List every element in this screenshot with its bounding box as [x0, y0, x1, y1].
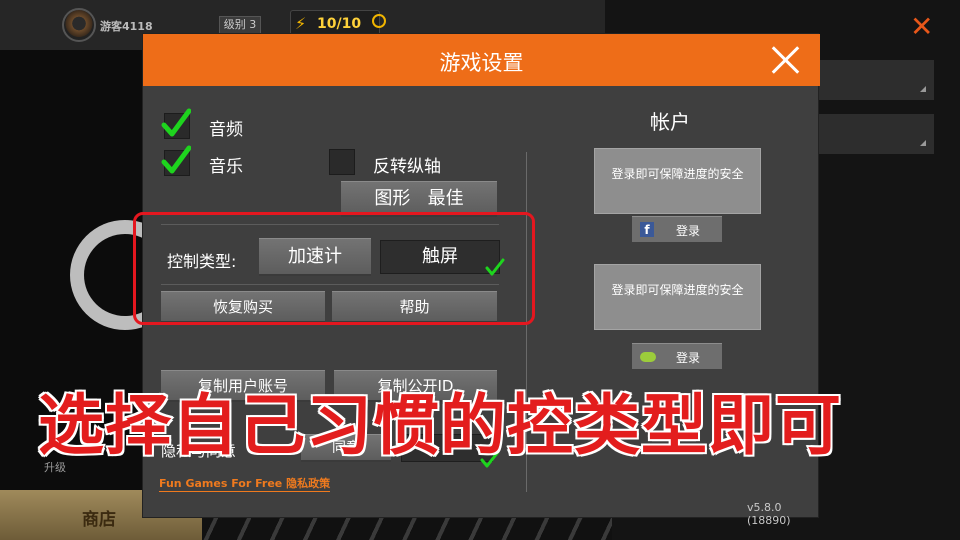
lightning-icon: ⚡ [295, 14, 307, 33]
dropdown-field[interactable] [818, 60, 934, 100]
version-label: v5.8.0 (18890) [747, 501, 791, 527]
account-prompt: 登录即可保障进度的安全 [594, 264, 761, 330]
game-controller-icon [640, 352, 656, 362]
caption-overlay: 选择自己习惯的控类型即可 [37, 386, 843, 466]
facebook-icon: f [640, 222, 654, 237]
dialog-title: 游戏设置 [439, 51, 524, 75]
dialog-header: 游戏设置 [143, 34, 820, 86]
highlight-box [133, 212, 535, 325]
graphics-label: 图形 [374, 188, 411, 209]
level-badge: 级别 3 [219, 16, 261, 34]
dropdown-field[interactable] [818, 114, 934, 154]
account-title: 帐户 [650, 110, 690, 134]
music-checkbox[interactable] [161, 145, 191, 176]
facebook-login-label: 登录 [676, 224, 701, 238]
checkmark-icon [161, 108, 191, 137]
shop-label: 商店 [82, 510, 116, 530]
close-button[interactable] [771, 45, 801, 75]
music-label: 音乐 [209, 157, 243, 177]
privacy-policy-link[interactable]: Fun Games For Free 隐私政策 [159, 475, 331, 492]
audio-label: 音频 [209, 120, 243, 140]
close-icon[interactable]: ✕ [910, 10, 933, 43]
invert-axis-checkbox[interactable] [329, 149, 355, 175]
gamecenter-login-button[interactable]: 登录 [632, 343, 722, 369]
player-name: 游客4118 [100, 20, 153, 33]
checkmark-icon [161, 145, 191, 174]
energy-count: 10/10 [317, 16, 362, 32]
facebook-login-button[interactable]: f 登录 [632, 216, 722, 242]
graphics-value: 最佳 [427, 188, 464, 209]
player-avatar[interactable] [62, 8, 96, 42]
audio-checkbox[interactable] [161, 108, 191, 139]
invert-axis-label: 反转纵轴 [373, 157, 441, 177]
gamecenter-login-label: 登录 [676, 351, 701, 365]
account-prompt: 登录即可保障进度的安全 [594, 148, 761, 214]
background-art [202, 515, 612, 540]
